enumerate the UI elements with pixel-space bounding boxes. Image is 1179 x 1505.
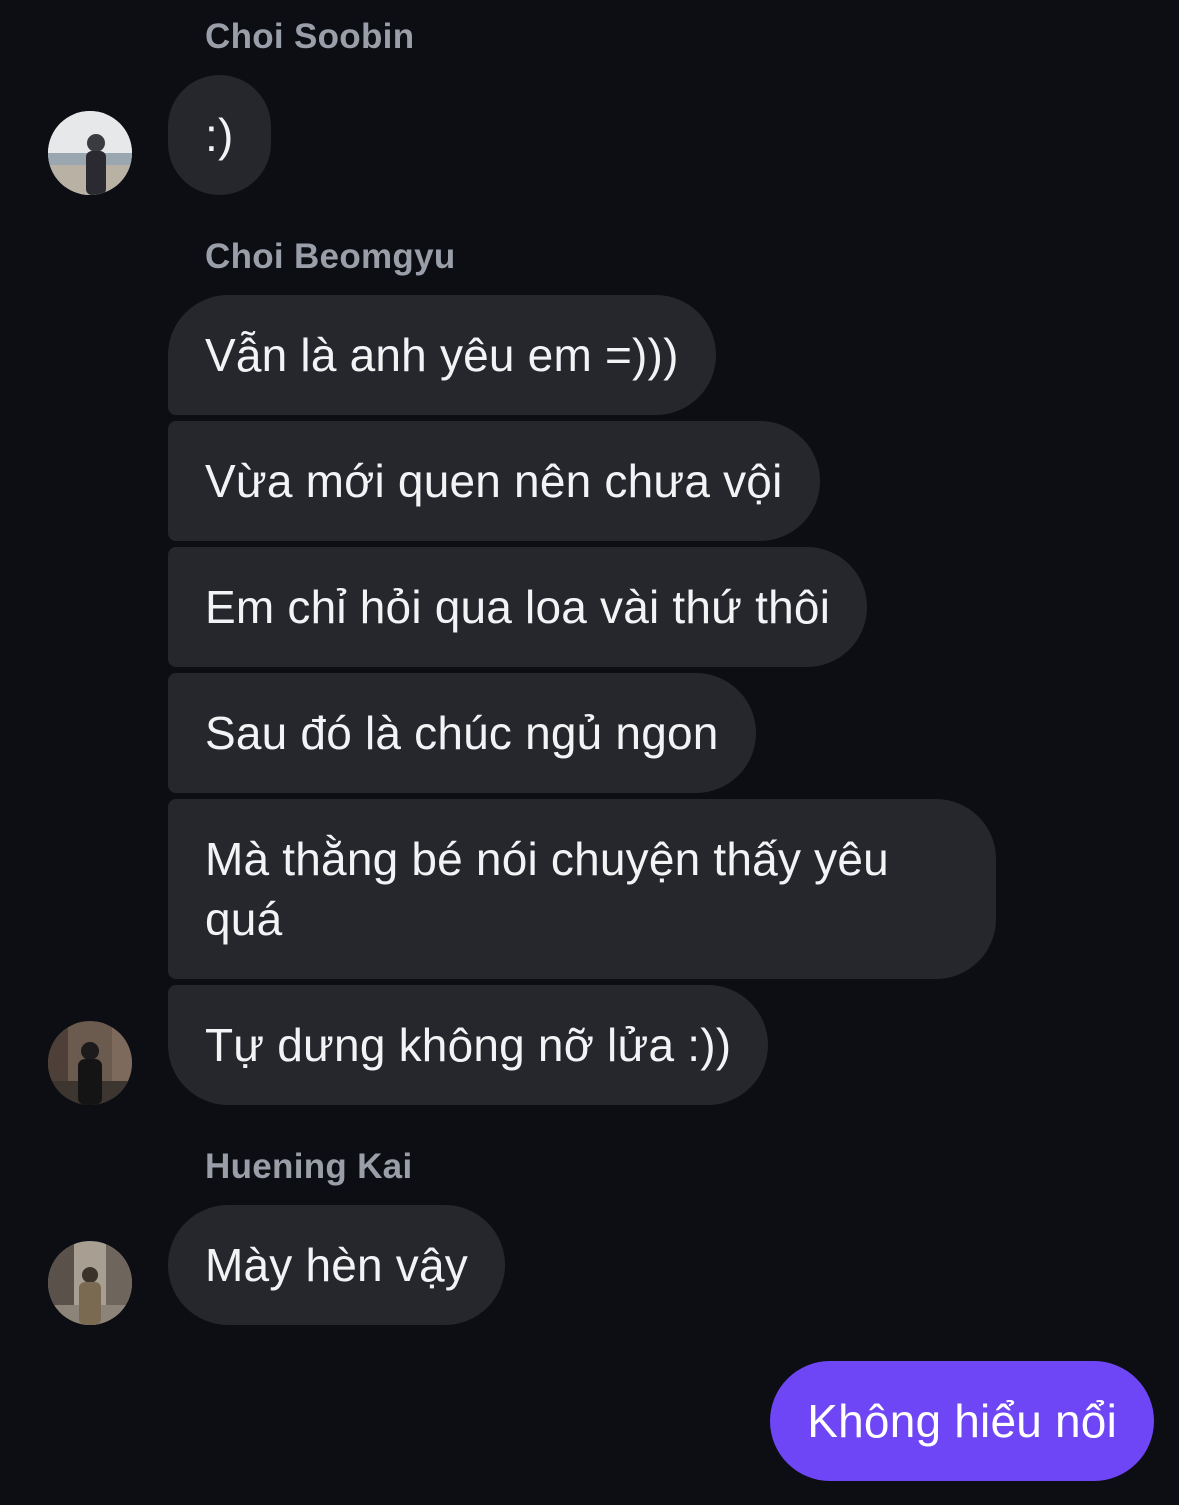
outgoing-message-bubble[interactable]: Không hiểu nổi [770, 1361, 1154, 1481]
user-photo-icon [48, 1241, 132, 1325]
sender-name: Choi Soobin [205, 17, 415, 56]
message-bubble[interactable]: Em chỉ hỏi qua loa vài thứ thôi [168, 547, 868, 667]
message-bubble[interactable]: Sau đó là chúc ngủ ngon [168, 673, 756, 793]
avatar[interactable] [48, 1241, 132, 1325]
user-photo-icon [48, 111, 132, 195]
message-bubble[interactable]: Vẫn là anh yêu em =))) [168, 295, 716, 415]
message-bubble[interactable]: Tự dưng không nỡ lửa :)) [168, 985, 769, 1105]
avatar[interactable] [48, 111, 132, 195]
user-photo-icon [48, 1021, 132, 1105]
message-bubble[interactable]: :) [168, 75, 271, 195]
sender-name: Choi Beomgyu [205, 237, 456, 276]
avatar[interactable] [48, 1021, 132, 1105]
message-bubble[interactable]: Mà thằng bé nói chuyện thấy yêu quá [168, 799, 996, 979]
message-bubble[interactable]: Mày hèn vậy [168, 1205, 505, 1325]
sender-name: Huening Kai [205, 1147, 413, 1186]
message-bubble[interactable]: Vừa mới quen nên chưa vội [168, 421, 820, 541]
